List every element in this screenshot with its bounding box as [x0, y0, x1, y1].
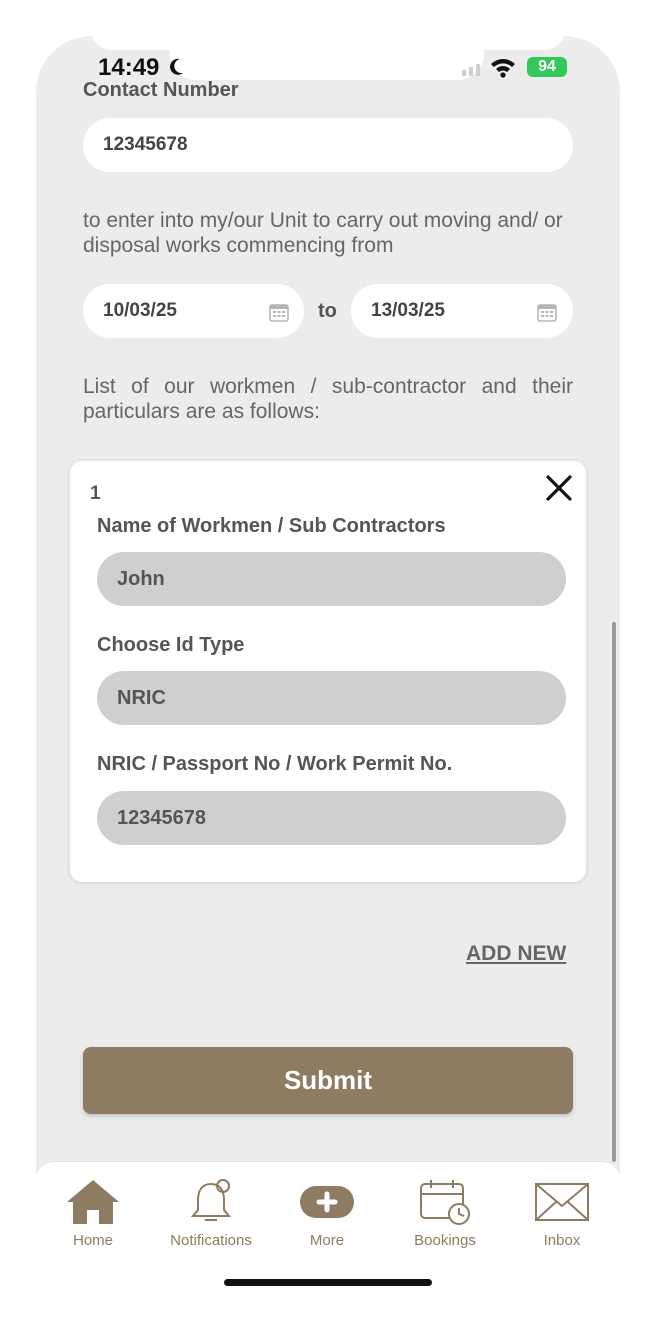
battery-indicator: 94	[527, 57, 567, 77]
wifi-icon	[491, 59, 515, 78]
date-range-separator: to	[318, 300, 337, 322]
intro-text: to enter into my/our Unit to carry out m…	[83, 209, 563, 257]
dynamic-island	[170, 36, 484, 80]
workman-index: 1	[90, 483, 101, 504]
tab-inbox-label: Inbox	[543, 1232, 581, 1249]
id-type-label: Choose Id Type	[97, 634, 245, 656]
calendar-icon[interactable]	[269, 302, 289, 322]
tab-inbox[interactable]: Inbox	[507, 1176, 617, 1249]
signal-icon	[462, 64, 480, 76]
submit-button[interactable]: Submit	[83, 1047, 573, 1114]
calendar-clock-icon	[420, 1180, 470, 1225]
tab-bookings[interactable]: Bookings	[390, 1176, 500, 1249]
tab-notifications-label: Notifications	[170, 1232, 252, 1249]
scrollbar[interactable]	[612, 622, 616, 1162]
tab-notifications[interactable]: Notifications	[156, 1176, 266, 1249]
moon-icon	[170, 58, 183, 75]
tab-bookings-label: Bookings	[414, 1232, 476, 1249]
contact-number-label: Contact Number	[83, 79, 239, 101]
date-to-value: 13/03/25	[371, 300, 445, 321]
tab-more-label: More	[309, 1232, 345, 1249]
envelope-icon	[535, 1183, 589, 1221]
close-icon[interactable]	[544, 473, 574, 503]
home-indicator[interactable]	[224, 1279, 432, 1286]
id-number-input[interactable]: 12345678	[97, 791, 566, 845]
workman-name-input[interactable]: John	[97, 552, 566, 606]
tab-home-label: Home	[72, 1232, 113, 1249]
date-from-value: 10/03/25	[103, 300, 177, 321]
contact-number-input[interactable]: 12345678	[83, 118, 573, 172]
status-time: 14:49	[98, 54, 160, 81]
workman-card: 1 Name of Workmen / Sub Contractors John…	[70, 461, 586, 882]
tab-home[interactable]: Home	[38, 1176, 148, 1249]
home-icon	[67, 1180, 119, 1224]
id-type-select[interactable]: NRIC	[97, 671, 566, 725]
bell-icon	[190, 1179, 232, 1221]
add-new-link[interactable]: ADD NEW	[466, 942, 566, 966]
id-number-label: NRIC / Passport No / Work Permit No.	[97, 753, 453, 775]
workmen-list-text: List of our workmen / sub-contractor and…	[83, 375, 573, 423]
plus-pill-icon	[300, 1186, 354, 1218]
workman-name-label: Name of Workmen / Sub Contractors	[97, 515, 446, 537]
calendar-icon[interactable]	[537, 302, 557, 322]
tab-more[interactable]: More	[272, 1176, 382, 1249]
